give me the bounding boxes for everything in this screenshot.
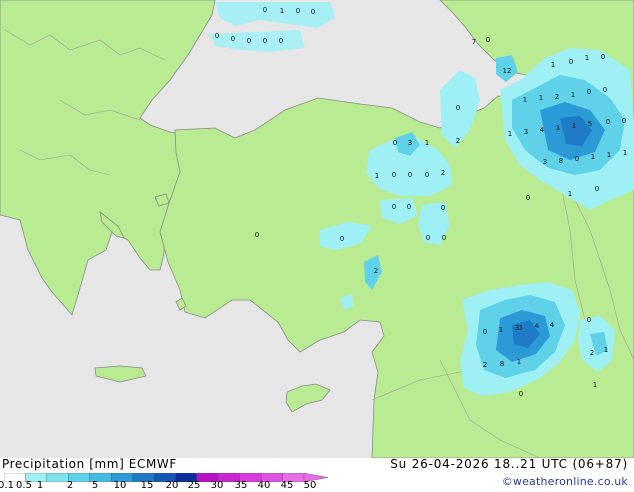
rain-label: 0 (601, 53, 605, 61)
rain-label: 1 (539, 94, 543, 102)
rain-label: 8 (559, 157, 563, 165)
rain-label: 0 (426, 234, 430, 242)
rain-label: 0 (231, 35, 235, 43)
rain-label: 0 (587, 88, 591, 96)
rain-label: 0 (441, 204, 445, 212)
valid-time-label: Su 26-04-2026 18..21 UTC (06+87) (390, 457, 628, 471)
rain-label: 1 (556, 124, 560, 132)
rain-label: 0 (483, 328, 487, 336)
scale-tick-label: 30 (210, 480, 224, 491)
rain-label: 1 (519, 324, 523, 332)
map-footer: Precipitation [mm] ECMWF Su 26-04-2026 1… (0, 457, 634, 492)
rain-label: 0 (263, 6, 267, 14)
rain-label: 2 (441, 169, 445, 177)
scale-tick-label: 5 (91, 480, 99, 491)
rain-label: 0 (595, 185, 599, 193)
rain-label: 3 (543, 158, 547, 166)
rain-label: 0 (526, 194, 530, 202)
rain-label: 4 (550, 321, 555, 329)
scale-tick-label: 15 (140, 480, 154, 491)
rain-label: 0 (603, 86, 607, 94)
rain-label: 8 (500, 360, 504, 368)
scale-tick-label: 40 (257, 480, 271, 491)
rain-label: 0 (392, 203, 396, 211)
rain-label: 0 (311, 8, 315, 16)
rain-label: 2 (483, 361, 487, 369)
rain-label: 0 (519, 390, 523, 398)
rain-label: 0 (255, 231, 259, 239)
scale-tick-label: 20 (165, 480, 179, 491)
rain-label: 1 (604, 346, 608, 354)
product-label: Precipitation [mm] ECMWF (2, 457, 177, 471)
rain-label: 1 (551, 61, 555, 69)
rain-label: 3 (408, 139, 412, 147)
rain-label: 0 (263, 37, 267, 45)
precipitation-map: 0 1 0 0 0 0 0 0 0 7 0 12 1 0 1 0 1 1 2 1… (0, 0, 634, 458)
scale-tick-label: 35 (234, 480, 248, 491)
scale-tick-label: 0.1 (0, 480, 14, 491)
rain-label: 0 (486, 36, 490, 44)
rain-label: 0 (407, 203, 411, 211)
rain-label: 1 (585, 54, 589, 62)
rain-label: 3 (524, 128, 528, 136)
rain-label: 0 (622, 117, 626, 125)
rain-label: 0 (425, 171, 429, 179)
rain-label: 4 (535, 322, 540, 330)
rain-label: 1 (508, 130, 512, 138)
rain-label: 0 (587, 316, 591, 324)
rain-label: 0 (442, 234, 446, 242)
rain-label: 1 (517, 358, 521, 366)
rain-label: 2 (590, 349, 594, 357)
scale-tick-label: 1 (36, 480, 44, 491)
rain-label: 0 (575, 155, 579, 163)
rain-label: 1 (571, 91, 575, 99)
rain-label: 0 (215, 32, 219, 40)
weather-map-view: 0 1 0 0 0 0 0 0 0 7 0 12 1 0 1 0 1 1 2 1… (0, 0, 634, 492)
credit-link[interactable]: ©weatheronline.co.uk (502, 475, 628, 488)
scale-tick-label: 50 (303, 480, 317, 491)
scale-tick-labels: 0.1 0.5 1 2 5 10 15 20 25 30 35 40 45 50 (0, 480, 330, 492)
rain-label: 1 (607, 151, 611, 159)
rain-label: 1 (425, 139, 429, 147)
rain-label: 1 (623, 149, 627, 157)
rain-label: 4 (540, 126, 545, 134)
rain-label: 1 (280, 7, 284, 15)
rain-label: 1 (523, 96, 527, 104)
rain-label: 12 (503, 67, 512, 75)
rain-label: 2 (374, 267, 378, 275)
scale-tick-label: 45 (280, 480, 294, 491)
scale-tick-label: 0.5 (16, 480, 32, 491)
rain-label: 0 (296, 7, 300, 15)
rain-label: 2 (456, 137, 460, 145)
rain-label: 0 (408, 171, 412, 179)
rain-label: 1 (593, 381, 597, 389)
rain-label: 0 (247, 37, 251, 45)
rain-label: 0 (456, 104, 460, 112)
rain-label: 1 (375, 172, 379, 180)
scale-tick-label: 25 (187, 480, 201, 491)
rain-label: 5 (588, 120, 592, 128)
rain-label: 0 (393, 139, 397, 147)
rain-label: 1 (568, 190, 572, 198)
rain-label: 0 (340, 235, 344, 243)
rain-label: 1 (572, 122, 576, 130)
rain-label: 7 (472, 38, 476, 46)
rain-label: 1 (499, 326, 503, 334)
rain-label: 0 (606, 118, 610, 126)
rain-label: 0 (279, 37, 283, 45)
rain-label: 0 (569, 58, 573, 66)
scale-tick-label: 10 (113, 480, 127, 491)
rain-label: 2 (555, 93, 559, 101)
scale-tick-label: 2 (66, 480, 74, 491)
rain-label: 1 (591, 153, 595, 161)
rain-label: 0 (392, 171, 396, 179)
